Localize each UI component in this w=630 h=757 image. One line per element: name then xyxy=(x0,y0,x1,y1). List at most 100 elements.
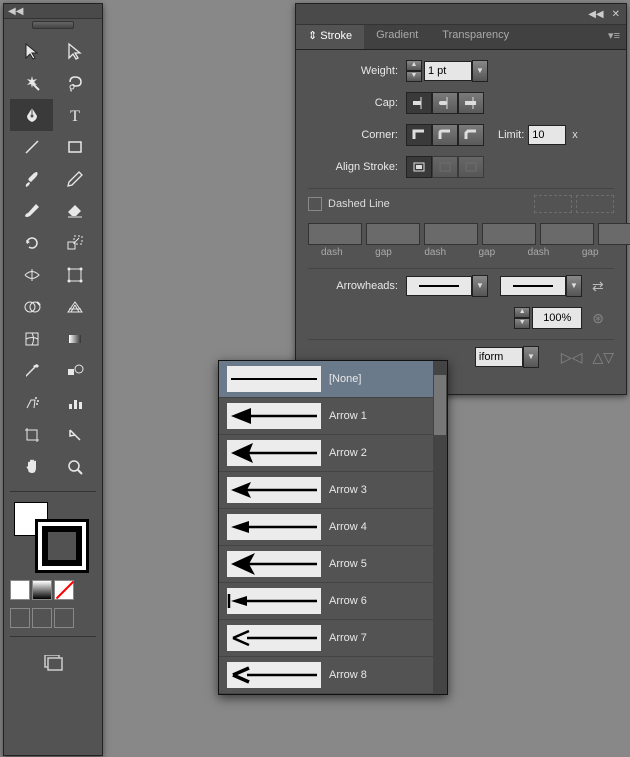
flip-across-icon[interactable]: △▽ xyxy=(592,349,614,366)
mesh-tool[interactable] xyxy=(10,323,53,355)
paintbrush-tool[interactable] xyxy=(10,163,53,195)
swap-arrowheads-icon[interactable]: ⇄ xyxy=(592,278,604,295)
eyedropper-tool[interactable] xyxy=(10,355,53,387)
gap-3-input[interactable] xyxy=(598,223,630,245)
tab-transparency[interactable]: Transparency xyxy=(430,25,521,49)
column-graph-tool[interactable] xyxy=(53,387,96,419)
panel-close-icon[interactable]: ✕ xyxy=(612,9,620,20)
slice-tool[interactable] xyxy=(53,419,96,451)
pencil-tool[interactable] xyxy=(53,163,96,195)
dash-1-input[interactable] xyxy=(308,223,362,245)
link-scale-icon[interactable]: ⊛ xyxy=(592,310,604,327)
scrollbar[interactable] xyxy=(433,361,447,694)
free-transform-tool[interactable] xyxy=(53,259,96,291)
gradient-tool[interactable] xyxy=(53,323,96,355)
gap-2-input[interactable] xyxy=(482,223,536,245)
draw-inside-button[interactable] xyxy=(54,608,74,628)
magic-wand-tool[interactable] xyxy=(10,67,53,99)
dash-align-corners-button[interactable] xyxy=(576,195,614,213)
dashed-line-label: Dashed Line xyxy=(328,198,390,210)
tab-stroke[interactable]: Stroke xyxy=(296,25,364,49)
pen-tool[interactable] xyxy=(10,99,53,131)
tab-gradient[interactable]: Gradient xyxy=(364,25,430,49)
corner-bevel-button[interactable] xyxy=(458,124,484,146)
arrowhead-start-dropdown[interactable] xyxy=(406,276,472,296)
dash-2-input[interactable] xyxy=(424,223,478,245)
arrowhead-option[interactable]: Arrow 2 xyxy=(219,435,447,472)
hand-tool[interactable] xyxy=(10,451,53,483)
stroke-swatch[interactable] xyxy=(38,522,86,570)
arrow-scale-input[interactable] xyxy=(532,307,582,329)
scale-stepper[interactable]: ▲▼ xyxy=(514,307,530,329)
tools-panel-header: ◀◀ xyxy=(4,4,102,19)
align-center-button[interactable] xyxy=(406,156,432,178)
arrowhead-option[interactable]: Arrow 5 xyxy=(219,546,447,583)
dash-3-input[interactable] xyxy=(540,223,594,245)
limit-input[interactable] xyxy=(528,125,566,145)
cap-projecting-button[interactable] xyxy=(458,92,484,114)
collapse-icon[interactable]: ◀◀ xyxy=(8,6,23,17)
panel-menu-icon[interactable]: ▾≡ xyxy=(602,25,626,49)
lasso-tool[interactable] xyxy=(53,67,96,99)
eraser-tool[interactable] xyxy=(53,195,96,227)
draw-normal-button[interactable] xyxy=(10,608,30,628)
arrowhead-end-dd-icon[interactable]: ▼ xyxy=(566,275,582,297)
panel-grip[interactable] xyxy=(32,21,74,29)
align-outside-button[interactable] xyxy=(458,156,484,178)
dash-align-preserve-button[interactable] xyxy=(534,195,572,213)
blob-brush-tool[interactable] xyxy=(10,195,53,227)
align-inside-button[interactable] xyxy=(432,156,458,178)
color-mode-button[interactable] xyxy=(10,580,30,600)
dashed-line-checkbox[interactable] xyxy=(308,197,322,211)
draw-behind-button[interactable] xyxy=(32,608,52,628)
direct-selection-tool[interactable] xyxy=(53,35,96,67)
type-tool[interactable]: T xyxy=(53,99,96,131)
rectangle-tool[interactable] xyxy=(53,131,96,163)
line-tool[interactable] xyxy=(10,131,53,163)
zoom-tool[interactable] xyxy=(53,451,96,483)
profile-dropdown[interactable] xyxy=(475,347,523,367)
scrollbar-thumb[interactable] xyxy=(434,375,446,435)
panel-collapse-icon[interactable]: ◀◀ xyxy=(588,9,603,20)
symbol-sprayer-tool[interactable] xyxy=(10,387,53,419)
cap-butt-button[interactable] xyxy=(406,92,432,114)
blend-tool[interactable] xyxy=(53,355,96,387)
profile-dd-icon[interactable]: ▼ xyxy=(523,346,539,368)
corner-miter-button[interactable] xyxy=(406,124,432,146)
arrowhead-option[interactable]: Arrow 1 xyxy=(219,398,447,435)
cap-round-button[interactable] xyxy=(432,92,458,114)
arrowhead-option[interactable]: Arrow 3 xyxy=(219,472,447,509)
arrowhead-option-label: Arrow 5 xyxy=(329,558,367,570)
arrowhead-option-label: Arrow 1 xyxy=(329,410,367,422)
flip-along-icon[interactable]: ▷◁ xyxy=(561,349,583,366)
shape-builder-tool[interactable] xyxy=(10,291,53,323)
weight-dropdown[interactable]: ▼ xyxy=(472,60,488,82)
arrowhead-end-dropdown[interactable] xyxy=(500,276,566,296)
arrowhead-option[interactable]: Arrow 8 xyxy=(219,657,447,694)
arrowhead-option-label: Arrow 4 xyxy=(329,521,367,533)
gap-1-input[interactable] xyxy=(366,223,420,245)
arrowhead-option-label: Arrow 3 xyxy=(329,484,367,496)
stroke-panel-header: ◀◀ ✕ xyxy=(296,4,626,25)
arrowhead-option[interactable]: Arrow 6 xyxy=(219,583,447,620)
artboard-tool[interactable] xyxy=(10,419,53,451)
perspective-grid-tool[interactable] xyxy=(53,291,96,323)
arrowhead-option[interactable]: Arrow 7 xyxy=(219,620,447,657)
none-mode-button[interactable] xyxy=(54,580,74,600)
arrowhead-option-label: Arrow 2 xyxy=(329,447,367,459)
align-stroke-label: Align Stroke: xyxy=(308,161,398,173)
screen-mode-button[interactable] xyxy=(10,647,96,679)
gradient-mode-button[interactable] xyxy=(32,580,52,600)
rotate-tool[interactable] xyxy=(10,227,53,259)
weight-input[interactable] xyxy=(424,61,472,81)
arrowhead-start-dd-icon[interactable]: ▼ xyxy=(472,275,488,297)
scale-tool[interactable] xyxy=(53,227,96,259)
width-tool[interactable] xyxy=(10,259,53,291)
arrowhead-preview xyxy=(227,477,321,503)
selection-tool[interactable] xyxy=(10,35,53,67)
corner-round-button[interactable] xyxy=(432,124,458,146)
arrowhead-option[interactable]: [None] xyxy=(219,361,447,398)
weight-stepper[interactable]: ▲▼ xyxy=(406,60,422,82)
arrowhead-preview xyxy=(227,514,321,540)
arrowhead-option[interactable]: Arrow 4 xyxy=(219,509,447,546)
